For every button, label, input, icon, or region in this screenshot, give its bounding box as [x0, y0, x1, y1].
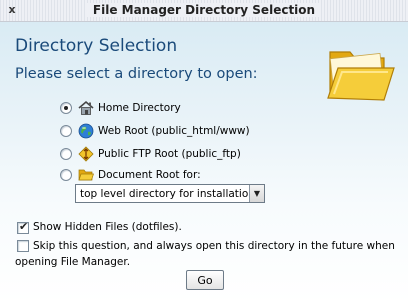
- option-label: Document Root for:: [98, 169, 201, 181]
- option-label: Public FTP Root (public_ftp): [98, 148, 241, 160]
- radio-web-root[interactable]: [60, 125, 72, 137]
- show-hidden-row[interactable]: Show Hidden Files (dotfiles).: [17, 220, 182, 234]
- directory-prompt: Please select a directory to open:: [15, 66, 258, 82]
- show-hidden-label: Show Hidden Files (dotfiles).: [33, 221, 182, 233]
- home-icon: [78, 100, 94, 115]
- option-web-root[interactable]: Web Root (public_html/www): [60, 122, 250, 140]
- select-value: top level directory for installations: [80, 187, 249, 200]
- skip-question-row[interactable]: [17, 239, 29, 252]
- option-home-directory[interactable]: Home Directory: [60, 99, 181, 117]
- window-title-text: File Manager Directory Selection: [86, 3, 322, 17]
- radio-public-ftp-root[interactable]: [60, 148, 72, 160]
- skip-question-label-continued: opening File Manager.: [15, 256, 131, 268]
- radio-home-directory[interactable]: [60, 102, 72, 114]
- go-button[interactable]: Go: [186, 270, 224, 290]
- skip-question-checkbox[interactable]: [17, 240, 29, 252]
- page-title: Directory Selection: [15, 36, 178, 56]
- skip-question-label: Skip this question, and always open this…: [33, 240, 395, 252]
- folder-icon: [78, 169, 94, 181]
- show-hidden-checkbox[interactable]: [17, 220, 29, 234]
- open-folder-icon: [327, 51, 395, 101]
- window-title: File Manager Directory Selection: [0, 3, 408, 17]
- option-label: Web Root (public_html/www): [98, 125, 250, 137]
- radio-document-root[interactable]: [60, 169, 72, 181]
- ftp-icon: [78, 146, 94, 162]
- option-label: Home Directory: [98, 102, 181, 114]
- title-bar: x File Manager Directory Selection: [0, 0, 408, 22]
- globe-icon: [78, 123, 94, 139]
- option-document-root[interactable]: Document Root for:: [60, 166, 201, 184]
- document-root-select[interactable]: top level directory for installations ▼: [75, 184, 265, 203]
- chevron-down-icon[interactable]: ▼: [249, 185, 264, 202]
- option-public-ftp-root[interactable]: Public FTP Root (public_ftp): [60, 145, 241, 163]
